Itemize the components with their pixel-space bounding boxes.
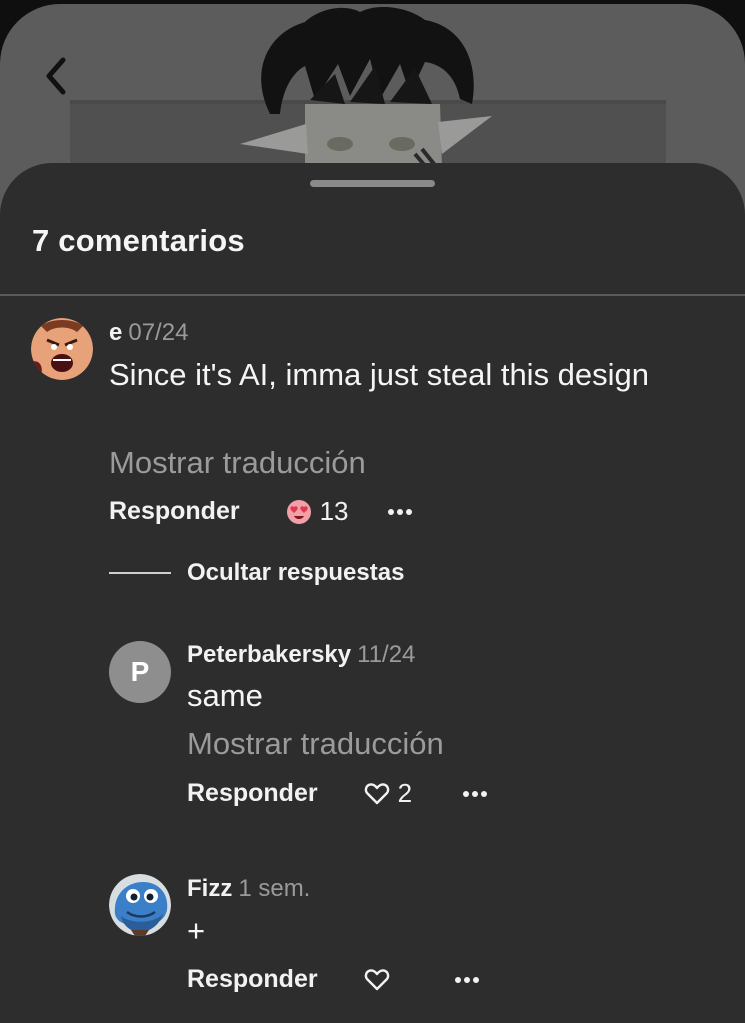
comment-author[interactable]: Fizz [187, 875, 232, 902]
avatar-initial: P [130, 656, 150, 687]
ellipsis-icon [454, 976, 479, 983]
blue-fish-avatar-icon [109, 874, 171, 936]
reply-button[interactable]: Responder [187, 779, 318, 808]
comment-meta: Fizz 1 sem. [187, 875, 310, 903]
shouting-face-avatar-icon [31, 318, 93, 380]
replies-connector-line [109, 572, 171, 574]
heart-outline-icon [364, 782, 389, 804]
back-button[interactable] [34, 54, 78, 98]
pin-comments-screen: 7 comentarios e 07/24 Since it's AI, imm… [0, 0, 745, 1023]
character-artwork [240, 6, 492, 176]
like-button[interactable] [364, 968, 390, 992]
ellipsis-icon [463, 790, 488, 797]
comment-actions: Responder [187, 965, 480, 994]
avatar[interactable] [31, 318, 93, 380]
more-options-button[interactable] [462, 790, 488, 798]
like-count: 13 [319, 496, 349, 526]
ellipsis-icon [387, 508, 412, 515]
comment-text: same [187, 678, 263, 713]
show-translation-link[interactable]: Mostrar traducción [109, 445, 366, 481]
heart-eyes-reaction-icon [286, 499, 311, 524]
like-button[interactable]: 2 [364, 778, 412, 809]
comment-meta: e 07/24 [109, 319, 188, 347]
comment-meta: Peterbakersky 11/24 [187, 641, 415, 669]
heart-outline-icon [364, 968, 389, 990]
hide-replies-toggle[interactable]: Ocultar respuestas [109, 559, 404, 587]
show-translation-link[interactable]: Mostrar traducción [187, 726, 444, 762]
comment-actions: Responder 2 [187, 778, 488, 809]
sheet-drag-handle[interactable] [310, 180, 435, 187]
like-count: 2 [397, 778, 413, 808]
reply-button[interactable]: Responder [187, 965, 318, 994]
comments-sheet: 7 comentarios e 07/24 Since it's AI, imm… [0, 163, 745, 1023]
comment-date: 07/24 [128, 319, 189, 346]
comment-date: 11/24 [357, 641, 416, 668]
comment-date: 1 sem. [238, 875, 311, 902]
comment-author[interactable]: Peterbakersky [187, 641, 351, 668]
avatar[interactable] [109, 874, 171, 936]
comments-count-title: 7 comentarios [32, 223, 245, 258]
hide-replies-label: Ocultar respuestas [187, 559, 405, 586]
comment-text: + [187, 913, 206, 948]
avatar[interactable]: P [109, 641, 171, 703]
comment-actions: Responder 13 [109, 496, 413, 527]
chevron-left-icon [46, 57, 66, 95]
more-options-button[interactable] [454, 976, 480, 984]
header-divider [0, 294, 745, 296]
comment-text: Since it's AI, imma just steal this desi… [109, 357, 650, 392]
like-button[interactable]: 13 [286, 496, 349, 527]
more-options-button[interactable] [387, 508, 413, 516]
comment-author[interactable]: e [109, 319, 122, 346]
reply-button[interactable]: Responder [109, 497, 240, 526]
